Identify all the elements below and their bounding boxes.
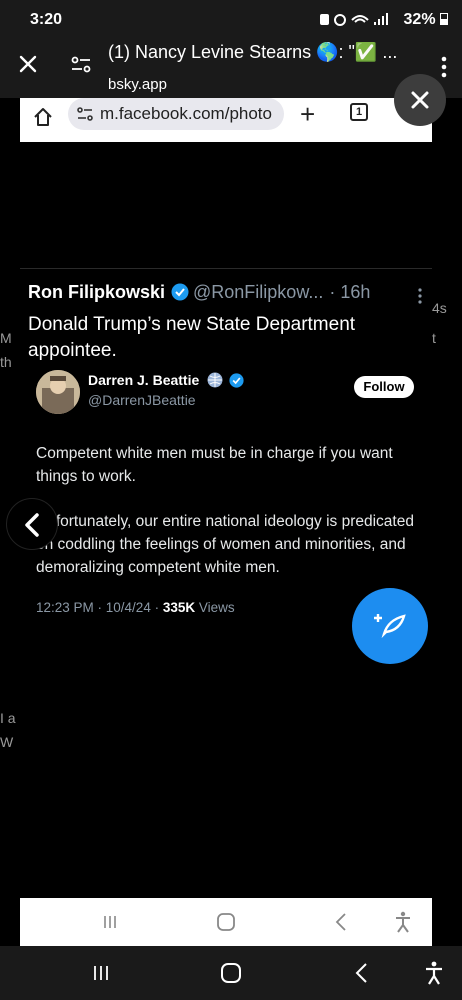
status-time: 3:20 xyxy=(30,11,63,28)
page-title: (1) Nancy Levine Stearns 🌎: "✅ ... xyxy=(108,42,398,62)
recents-icon xyxy=(104,916,116,928)
tweet-header: Ron Filipkowski @RonFilipkow... · 16h xyxy=(28,282,424,308)
tweet-author-name: Ron Filipkowski xyxy=(28,282,166,302)
tweet-text: Donald Trump’s new State Department appo… xyxy=(28,314,356,361)
site-settings-icon[interactable] xyxy=(70,54,92,76)
home-nav-icon xyxy=(217,913,235,931)
background-feed-right xyxy=(432,98,462,946)
recents-icon[interactable] xyxy=(92,964,110,982)
inner-url-text: m.facebook.com/photo xyxy=(100,104,272,123)
close-icon xyxy=(411,91,429,109)
home-nav-icon[interactable] xyxy=(220,962,242,984)
quoted-author-name: Darren J. Beattie xyxy=(88,372,244,388)
inner-browser-bar: m.facebook.com/photo + 1 xyxy=(20,98,432,142)
status-bar: 3:20 32% xyxy=(0,0,462,36)
previous-image-button[interactable] xyxy=(6,498,58,550)
compose-button xyxy=(352,588,428,664)
tweet: Ron Filipkowski @RonFilipkow... · 16h Dona… xyxy=(28,282,424,364)
site-settings-icon xyxy=(77,107,93,121)
quoted-post-meta: 12:23 PM · 10/4/24 · 335K Views xyxy=(36,600,235,615)
quoted-post-body: Competent white men must be in charge if… xyxy=(36,442,420,601)
follow-button: Follow xyxy=(354,376,414,398)
inner-navigation-bar xyxy=(20,898,432,946)
bg-text-fragment: M xyxy=(0,330,12,346)
verified-badge-icon xyxy=(229,373,244,388)
quoted-timestamp: 12:23 PM · 10/4/24 · xyxy=(36,600,163,615)
status-icons xyxy=(318,12,398,29)
accessibility-icon[interactable] xyxy=(424,961,444,985)
compose-feather-icon xyxy=(374,614,406,639)
more-vertical-icon xyxy=(418,288,422,304)
battery-icon xyxy=(440,13,448,25)
inner-url-bar: m.facebook.com/photo xyxy=(68,98,284,130)
quoted-author-handle: @DarrenJBeattie xyxy=(88,392,196,408)
chevron-left-icon xyxy=(25,513,39,537)
bg-text-fragment: 4s xyxy=(432,300,447,316)
close-icon[interactable] xyxy=(16,52,40,76)
quoted-paragraph: Unfortunately, our entire national ideol… xyxy=(36,513,414,576)
quoted-paragraph: Competent white men must be in charge if… xyxy=(36,445,393,485)
tweet-author-handle: @RonFilipkow... xyxy=(193,282,324,302)
accessibility-icon xyxy=(396,911,410,933)
views-label: Views xyxy=(195,600,235,615)
home-icon xyxy=(34,108,52,126)
new-tab-icon: + xyxy=(300,99,316,129)
back-nav-icon[interactable] xyxy=(354,962,368,984)
outer-browser-header: (1) Nancy Levine Stearns 🌎: "✅ ... bsky.… xyxy=(0,36,462,98)
page-url[interactable]: bsky.app xyxy=(108,76,167,93)
close-viewer-button[interactable] xyxy=(394,74,446,126)
system-navigation-bar xyxy=(0,946,462,1000)
back-nav-icon xyxy=(335,913,346,931)
verified-badge-icon xyxy=(171,283,189,301)
bg-text-fragment: th xyxy=(0,354,12,370)
avatar-image xyxy=(36,370,80,414)
bg-text-fragment: t xyxy=(432,330,436,346)
bg-text-fragment: I a xyxy=(0,710,16,726)
avatar xyxy=(36,370,80,414)
battery-level: 32% xyxy=(404,11,448,29)
bg-text-fragment: W xyxy=(0,734,14,750)
embedded-screenshot[interactable]: m.facebook.com/photo + 1 Ron Filipkowski… xyxy=(20,98,432,946)
tweet-time: · 16h xyxy=(329,282,371,302)
globe-badge-icon xyxy=(207,372,223,388)
divider xyxy=(20,268,432,269)
views-count: 335K xyxy=(162,600,196,615)
tab-switcher-icon: 1 xyxy=(350,103,368,121)
status-signal-icons xyxy=(320,13,388,26)
